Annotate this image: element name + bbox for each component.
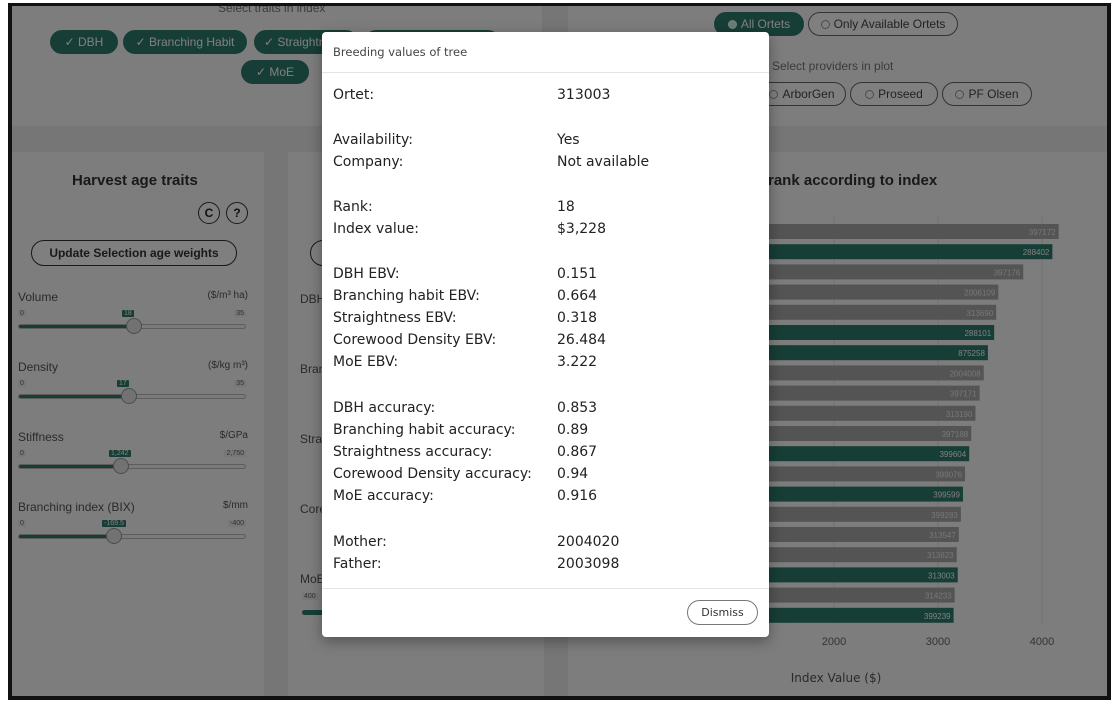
modal-row-label: Branching habit EBV: (333, 288, 480, 304)
breeding-values-modal: Breeding values of tree Ortet: 313003 Avai… (322, 32, 769, 637)
modal-footer: Dismiss (322, 588, 769, 637)
modal-row-value: 18 (557, 199, 575, 215)
modal-title: Breeding values of tree (333, 45, 468, 59)
modal-row-value: 0.318 (557, 310, 598, 326)
modal-row-label: Availability: (333, 132, 414, 148)
modal-row-label: MoE EBV: (333, 354, 399, 370)
modal-row-value: 3.222 (557, 354, 598, 370)
modal-row-value: Not available (557, 154, 650, 170)
modal-row-value: 0.867 (557, 444, 598, 460)
modal-row-label: Straightness accuracy: (333, 444, 493, 460)
modal-row-label: Branching habit accuracy: (333, 422, 516, 438)
modal-row-value: 2004020 (557, 534, 620, 550)
modal-row-value: Yes (557, 132, 580, 148)
modal-row-label: Straightness EBV: (333, 310, 457, 326)
modal-row-label: DBH EBV: (333, 266, 400, 282)
modal-row-value: 26.484 (557, 332, 606, 348)
modal-row-value: 0.94 (557, 466, 589, 482)
modal-row-label: Ortet: (333, 87, 375, 103)
dismiss-button[interactable]: Dismiss (687, 600, 758, 625)
modal-row-label: Rank: (333, 199, 373, 215)
modal-row-label: Father: (333, 556, 382, 572)
modal-row-value: 0.853 (557, 400, 598, 416)
modal-row-label: DBH accuracy: (333, 400, 436, 416)
modal-row-value: $3,228 (557, 221, 606, 237)
modal-row-value: 0.916 (557, 488, 598, 504)
modal-row-label: Corewood Density EBV: (333, 332, 497, 348)
modal-row-value: 0.151 (557, 266, 598, 282)
modal-row-value: 0.89 (557, 422, 589, 438)
modal-row-value: 2003098 (557, 556, 620, 572)
modal-row-label: Mother: (333, 534, 387, 550)
modal-row-label: MoE accuracy: (333, 488, 434, 504)
modal-header: Breeding values of tree (322, 32, 769, 73)
modal-row-label: Corewood Density accuracy: (333, 466, 532, 482)
modal-row-value: 313003 (557, 87, 611, 103)
modal-row-value: 0.664 (557, 288, 598, 304)
modal-row-label: Company: (333, 154, 404, 170)
modal-row-label: Index value: (333, 221, 419, 237)
